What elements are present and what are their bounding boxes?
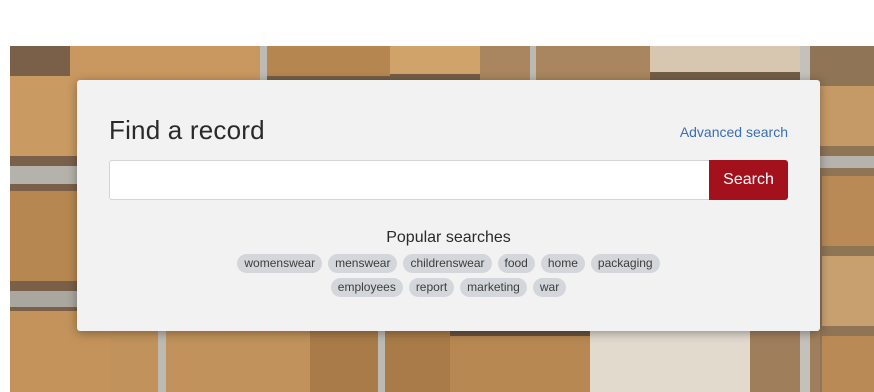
popular-searches-row: employees report marketing war [77,278,820,297]
tag-employees[interactable]: employees [330,278,403,297]
search-input[interactable] [109,160,709,200]
advanced-search-link[interactable]: Advanced search [680,124,788,140]
search-bar: Search [109,160,788,200]
tag-war[interactable]: war [532,278,567,297]
page-title: Find a record [109,115,265,145]
tag-childrenswear[interactable]: childrenswear [403,254,492,273]
tag-food[interactable]: food [497,254,535,273]
tag-packaging[interactable]: packaging [590,254,660,273]
popular-searches-row: womenswear menswear childrenswear food h… [77,254,820,273]
search-button[interactable]: Search [709,160,788,200]
tag-marketing[interactable]: marketing [460,278,527,297]
tag-report[interactable]: report [408,278,455,297]
find-record-card: Find a record Advanced search Search Pop… [77,80,820,331]
tag-womenswear[interactable]: womenswear [237,254,323,273]
popular-searches-title: Popular searches [386,229,511,246]
tag-home[interactable]: home [540,254,585,273]
tag-menswear[interactable]: menswear [328,254,398,273]
